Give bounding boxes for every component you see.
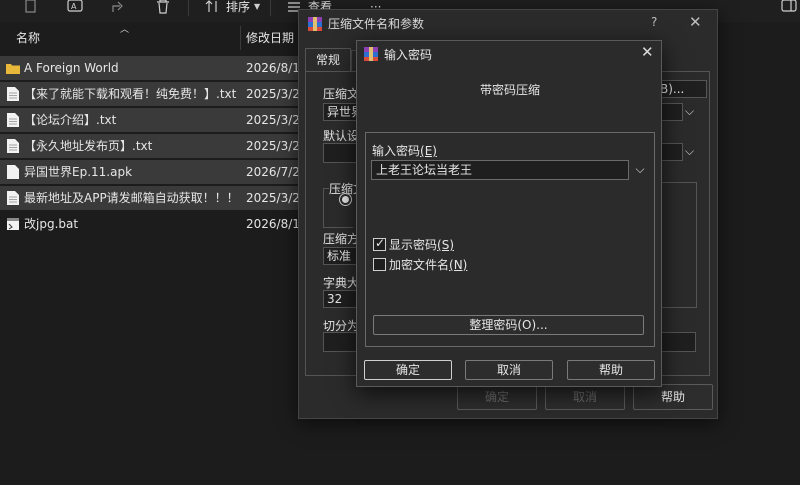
file-name: 【来了就能下载和观看！纯免费！】.txt (24, 87, 237, 101)
archive-name-label: 压缩文 (323, 87, 360, 101)
file-date: 2025/3/26 (246, 113, 300, 127)
delete-icon[interactable] (154, 0, 172, 16)
ok-button[interactable]: 确定 (457, 384, 537, 410)
text-file-icon (6, 112, 20, 128)
sort-ascending-icon: ︿ (120, 25, 130, 35)
sort-icon[interactable] (204, 0, 222, 16)
toolbar-separator (188, 0, 189, 16)
column-divider[interactable] (240, 26, 241, 50)
file-date: 2025/3/26 (246, 191, 300, 205)
help-button[interactable]: 帮助 (567, 360, 655, 380)
close-icon[interactable]: ✕ (641, 43, 654, 61)
file-row[interactable]: 异国世界Ep.11.apk 2026/7/29 (0, 160, 300, 184)
show-password-checkbox[interactable] (373, 236, 386, 251)
cancel-button[interactable]: 取消 (545, 384, 625, 410)
file-row[interactable]: 改jpg.bat 2026/8/13 (0, 212, 300, 236)
access-key: (S) (437, 238, 454, 252)
file-name: 异国世界Ep.11.apk (24, 165, 133, 179)
chevron-down-icon: ▼ (254, 2, 261, 11)
format-radio[interactable] (339, 193, 352, 206)
toolbar-separator (270, 0, 271, 16)
chevron-down-icon[interactable]: ⌵ (631, 159, 649, 179)
file-row[interactable]: 【论坛介绍】.txt 2025/3/26 (0, 108, 300, 132)
cancel-button[interactable]: 取消 (465, 360, 553, 380)
file-icon (6, 164, 20, 180)
chevron-down-icon[interactable]: ⌵ (685, 144, 694, 159)
column-header-modified[interactable]: 修改日期 (246, 26, 294, 50)
help-button[interactable]: 帮助 (633, 384, 713, 410)
file-name: 最新地址及APP请发邮箱自动获取！！！.... (24, 191, 239, 205)
help-icon[interactable]: ? (651, 15, 657, 29)
dialog-title: 输入密码 (384, 48, 433, 62)
show-password-label[interactable]: 显示密码(S) (389, 236, 454, 253)
file-row[interactable]: 【永久地址发布页】.txt 2025/3/26 (0, 134, 300, 158)
file-date: 2025/3/26 (246, 139, 300, 153)
close-icon[interactable]: ✕ (689, 13, 702, 31)
encrypt-file-names-label[interactable]: 加密文件名(N) (389, 256, 467, 273)
text-file-icon (6, 190, 20, 206)
batch-file-icon (6, 216, 20, 232)
file-row[interactable]: 最新地址及APP请发邮箱自动获取！！！.... 2025/3/26 (0, 186, 300, 210)
winrar-icon (308, 17, 322, 31)
file-date: 2026/7/29 (246, 165, 300, 179)
password-input[interactable]: 上老王论坛当老王 (371, 160, 629, 180)
chevron-down-icon[interactable]: ⌵ (685, 104, 694, 119)
access-key: (E) (420, 144, 437, 158)
organize-passwords-button[interactable]: 整理密码(O)... (373, 315, 644, 335)
dialog-title: 压缩文件名和参数 (328, 17, 425, 31)
text-file-icon (6, 138, 20, 154)
text-file-icon (6, 86, 20, 102)
file-date: 2025/3/26 (246, 87, 300, 101)
compression-method-label: 压缩方 (323, 232, 360, 246)
dictionary-size-label: 字典大 (323, 276, 360, 290)
sort-button-label[interactable]: 排序 (226, 0, 250, 14)
share-icon[interactable] (110, 0, 128, 16)
file-name: A Foreign World (24, 61, 119, 75)
encrypt-file-names-checkbox[interactable] (373, 258, 386, 271)
enter-password-label: 输入密码(E) (372, 144, 437, 158)
file-name: 改jpg.bat (24, 217, 79, 231)
details-pane-icon[interactable] (780, 0, 798, 16)
file-date: 2026/8/13 (246, 217, 300, 231)
file-row[interactable]: 【来了就能下载和观看！纯免费！】.txt 2025/3/26 (0, 82, 300, 106)
dialog-heading: 带密码压缩 (479, 83, 540, 97)
copy-icon[interactable] (22, 0, 40, 16)
folder-icon (6, 60, 20, 76)
rename-icon[interactable]: A (66, 0, 84, 16)
enter-password-dialog: 输入密码 ✕ 带密码压缩 输入密码(E) 上老王论坛当老王 ⌵ 显示密码(S) … (356, 40, 662, 387)
default-settings-label: 默认设 (323, 129, 360, 143)
file-name: 【论坛介绍】.txt (24, 113, 117, 127)
ok-button[interactable]: 确定 (364, 360, 452, 380)
svg-text:A: A (71, 2, 77, 11)
column-header-name[interactable]: 名称 (16, 26, 40, 50)
winrar-icon (364, 47, 378, 61)
file-name: 【永久地址发布页】.txt (24, 139, 153, 153)
tab-general[interactable]: 常规 (305, 48, 351, 72)
file-row[interactable]: A Foreign World 2026/8/13 (0, 56, 300, 80)
file-date: 2026/8/13 (246, 61, 300, 75)
access-key: (N) (449, 258, 468, 272)
